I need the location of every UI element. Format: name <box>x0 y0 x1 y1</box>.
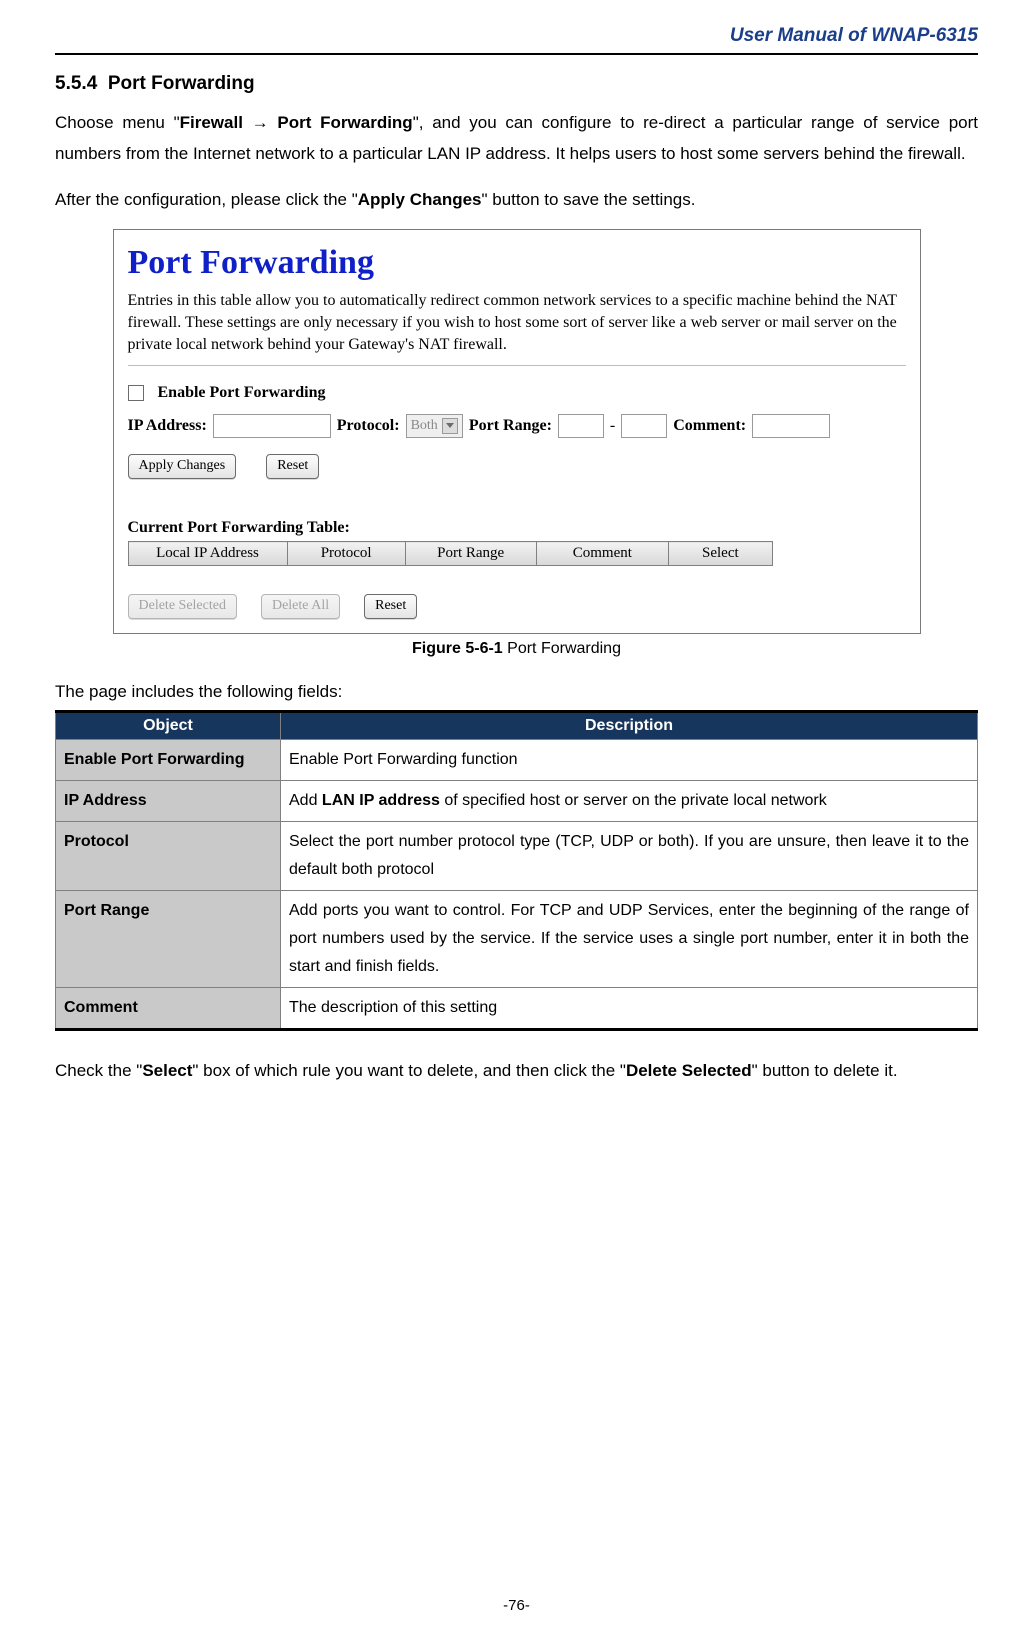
th-select: Select <box>669 542 772 566</box>
figure-caption: Figure 5-6-1 Port Forwarding <box>55 640 978 658</box>
desc-cell: Select the port number protocol type (TC… <box>281 822 978 891</box>
page-header: User Manual of WNAP-6315 <box>55 25 978 55</box>
obj-cell: Port Range <box>56 891 281 988</box>
bold-text: Firewall <box>180 113 243 132</box>
th-comment: Comment <box>536 542 669 566</box>
arrow-icon: → <box>243 113 277 132</box>
button-row-1: Apply Changes Reset <box>128 454 906 479</box>
protocol-label: Protocol: <box>337 417 400 435</box>
text: " button to delete it. <box>752 1061 898 1080</box>
panel-intro: Entries in this table allow you to autom… <box>128 290 906 355</box>
text: of specified host or server on the priva… <box>440 792 827 809</box>
protocol-value: Both <box>411 418 438 434</box>
comment-label: Comment: <box>673 417 746 435</box>
figure-label: Figure 5-6-1 <box>412 640 503 657</box>
intro-paragraph-2: After the configuration, please click th… <box>55 184 978 215</box>
ip-address-input[interactable] <box>213 414 331 438</box>
bold-text: Apply Changes <box>358 190 482 209</box>
th-object: Object <box>56 712 281 740</box>
bold-text: Port Forwarding <box>277 113 412 132</box>
apply-changes-button[interactable]: Apply Changes <box>128 454 237 479</box>
enable-port-forwarding-label: Enable Port Forwarding <box>158 384 326 401</box>
section-title: Port Forwarding <box>108 73 255 94</box>
screenshot-panel: Port Forwarding Entries in this table al… <box>113 229 921 634</box>
table-row: Protocol Select the port number protocol… <box>56 822 978 891</box>
obj-cell: Enable Port Forwarding <box>56 740 281 781</box>
bold-text: Select <box>142 1061 192 1080</box>
delete-all-button[interactable]: Delete All <box>261 594 340 619</box>
bold-text: LAN IP address <box>322 792 440 809</box>
text: " box of which rule you want to delete, … <box>192 1061 626 1080</box>
button-row-2: Delete Selected Delete All Reset <box>128 594 906 619</box>
port-range-end-input[interactable] <box>621 414 667 438</box>
table-row: Port Range Add ports you want to control… <box>56 891 978 988</box>
panel-title: Port Forwarding <box>128 240 906 290</box>
reset-button-2[interactable]: Reset <box>364 594 417 619</box>
th-protocol: Protocol <box>287 542 405 566</box>
table-title: Current Port Forwarding Table: <box>128 519 906 537</box>
description-table: Object Description Enable Port Forwardin… <box>55 710 978 1031</box>
desc-cell: Add LAN IP address of specified host or … <box>281 781 978 822</box>
enable-row: Enable Port Forwarding <box>128 380 906 406</box>
text: After the configuration, please click th… <box>55 190 358 209</box>
desc-cell: Enable Port Forwarding function <box>281 740 978 781</box>
page-number: -76- <box>0 1597 1033 1614</box>
lead-in-text: The page includes the following fields: <box>55 682 978 702</box>
protocol-select[interactable]: Both <box>406 414 463 438</box>
fields-row: IP Address: Protocol: Both Port Range: -… <box>128 414 906 438</box>
chevron-down-icon <box>442 418 458 434</box>
figure-text: Port Forwarding <box>503 640 621 657</box>
text: Add <box>289 792 322 809</box>
port-range-label: Port Range: <box>469 417 552 435</box>
obj-cell: Protocol <box>56 822 281 891</box>
table-row: Enable Port Forwarding Enable Port Forwa… <box>56 740 978 781</box>
port-range-start-input[interactable] <box>558 414 604 438</box>
section-heading: 5.5.4 Port Forwarding <box>55 73 978 95</box>
port-forwarding-table: Local IP Address Protocol Port Range Com… <box>128 541 773 566</box>
reset-button[interactable]: Reset <box>266 454 319 479</box>
desc-cell: The description of this setting <box>281 988 978 1030</box>
th-description: Description <box>281 712 978 740</box>
obj-cell: Comment <box>56 988 281 1030</box>
enable-port-forwarding-checkbox[interactable] <box>128 385 144 401</box>
desc-cell: Add ports you want to control. For TCP a… <box>281 891 978 988</box>
obj-cell: IP Address <box>56 781 281 822</box>
text: " button to save the settings. <box>482 190 696 209</box>
bold-text: Delete Selected <box>626 1061 752 1080</box>
dash: - <box>610 417 615 435</box>
table-row: Comment The description of this setting <box>56 988 978 1030</box>
intro-paragraph-1: Choose menu "Firewall → Port Forwarding"… <box>55 107 978 170</box>
ip-address-label: IP Address: <box>128 417 207 435</box>
section-number: 5.5.4 <box>55 73 97 94</box>
comment-input[interactable] <box>752 414 830 438</box>
text: Choose menu " <box>55 113 180 132</box>
divider <box>128 365 906 366</box>
th-port-range: Port Range <box>405 542 536 566</box>
delete-selected-button[interactable]: Delete Selected <box>128 594 237 619</box>
th-local-ip: Local IP Address <box>128 542 287 566</box>
closing-paragraph: Check the "Select" box of which rule you… <box>55 1055 978 1086</box>
text: Check the " <box>55 1061 142 1080</box>
table-row: IP Address Add LAN IP address of specifi… <box>56 781 978 822</box>
